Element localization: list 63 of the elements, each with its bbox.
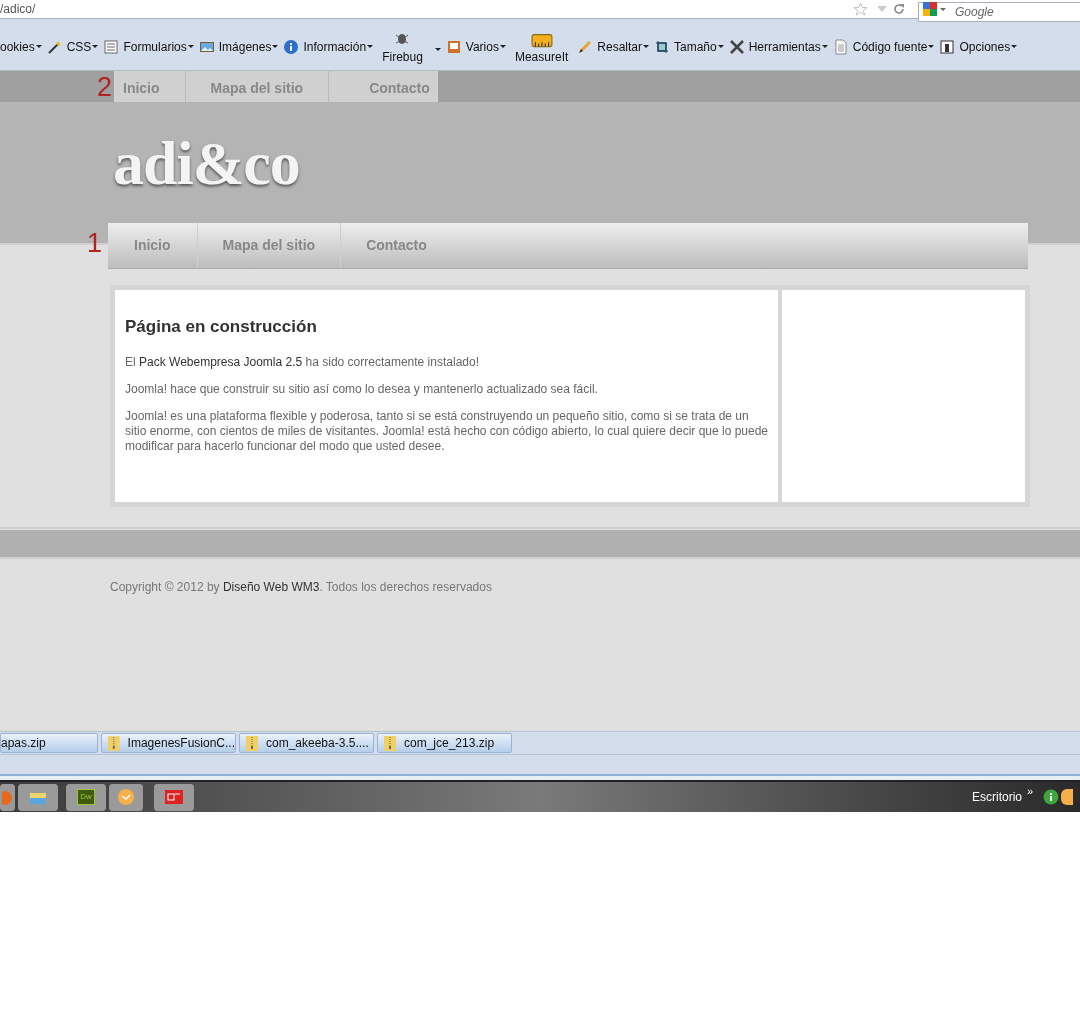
info-icon: [283, 38, 300, 55]
dropdown-icon[interactable]: [434, 48, 441, 51]
search-field[interactable]: Google: [918, 2, 1080, 22]
zip-file-icon: [384, 735, 396, 751]
pencil-icon: [577, 38, 594, 55]
editor-app-icon: Dw: [77, 789, 95, 805]
taskbar-button[interactable]: [154, 783, 194, 811]
more-icons-button[interactable]: »: [1027, 785, 1034, 797]
dropdown-icon[interactable]: [272, 45, 279, 48]
dropdown-icon[interactable]: [1011, 45, 1018, 48]
document-icon: [832, 38, 849, 55]
dropdown-icon[interactable]: [717, 45, 724, 48]
toolbar-button[interactable]: Herramientas: [728, 37, 828, 56]
taskbar-button[interactable]: [109, 783, 143, 811]
taskbar-button[interactable]: [0, 783, 15, 811]
download-item[interactable]: com_jce_213.zip: [377, 733, 512, 753]
taskbar-button[interactable]: [18, 783, 58, 811]
form-icon: [103, 38, 120, 55]
dropdown-icon[interactable]: [643, 45, 649, 48]
download-item[interactable]: ImagenesFusionC...: [101, 733, 236, 753]
toolbar-button[interactable]: Formularios: [103, 37, 194, 56]
dropdown-icon[interactable]: [35, 45, 42, 48]
paragraph: Joomla! hace que construir su sitio así como lo desea y mantenerlo actualizado sea fácil.: [125, 381, 599, 397]
toolbar-button[interactable]: Tamaño: [654, 37, 724, 56]
clock-icon: [115, 786, 137, 808]
address-field[interactable]: /adico/: [0, 0, 850, 18]
text-link[interactable]: Pack Webempresa Joomla 2.5: [139, 354, 303, 369]
toolbar-button[interactable]: ookies: [0, 37, 42, 56]
crop-icon: [654, 38, 670, 55]
search-engine-icon[interactable]: [922, 1, 948, 17]
tray-icon: [445, 38, 462, 55]
taskbar-button[interactable]: Dw: [66, 783, 106, 811]
menu-number: 1: [85, 228, 103, 258]
download-item[interactable]: apas.zip: [0, 733, 98, 753]
download-item[interactable]: com_akeeba-3.5....: [239, 733, 374, 753]
reload-icon[interactable]: [893, 3, 905, 15]
zip-file-icon: [108, 735, 120, 751]
dropdown-icon[interactable]: [367, 45, 374, 48]
paragraph: Joomla! es una plataforma flexible y poderosa, tanto si se está construyendo un pequeño sitio, como si se trata de un sitio enorme, con cientos de miles de visitantes. Joomla! está hecho con código abierto, lo cual quiere decir que lo puede modificar para hacerlo funcionar del modo que usted desee.: [125, 408, 770, 454]
menu-number: 2: [95, 72, 113, 102]
toolbar-button[interactable]: Información: [283, 37, 374, 56]
dropdown-icon[interactable]: [928, 45, 935, 48]
dropdown-icon[interactable]: [187, 45, 194, 48]
tray-icon[interactable]: [1061, 789, 1074, 805]
toolbar-button[interactable]: Firebug: [378, 29, 427, 64]
toolbar-button[interactable]: CSS: [46, 37, 99, 56]
toolbar-button[interactable]: Código fuente: [832, 37, 935, 56]
zip-file-icon: [246, 735, 258, 751]
paragraph: El Pack Webempresa Joomla 2.5 ha sido correctamente instalado!: [125, 354, 480, 370]
article-title: Página en construcción: [125, 316, 318, 338]
toolbar-button[interactable]: Imágenes: [198, 37, 279, 56]
toolbar-button[interactable]: Resaltar: [577, 37, 649, 56]
dropdown-icon[interactable]: [499, 45, 506, 48]
window-icon: [939, 38, 956, 55]
star-icon[interactable]: [853, 2, 868, 17]
toolbar-button[interactable]: MeasureIt: [510, 29, 573, 64]
dropdown-icon[interactable]: [821, 45, 828, 48]
desktop-toolbar-button[interactable]: Escritorio: [972, 788, 1022, 806]
dropdown-icon[interactable]: [92, 45, 99, 48]
toolbar-button[interactable]: Varios: [445, 37, 506, 56]
toolbar-button[interactable]: Opciones: [939, 37, 1018, 56]
copyright-text: Copyright © 2012 by Diseño Web WM3. Todos los derechos reservados: [110, 579, 492, 596]
info-icon[interactable]: [1043, 789, 1060, 805]
